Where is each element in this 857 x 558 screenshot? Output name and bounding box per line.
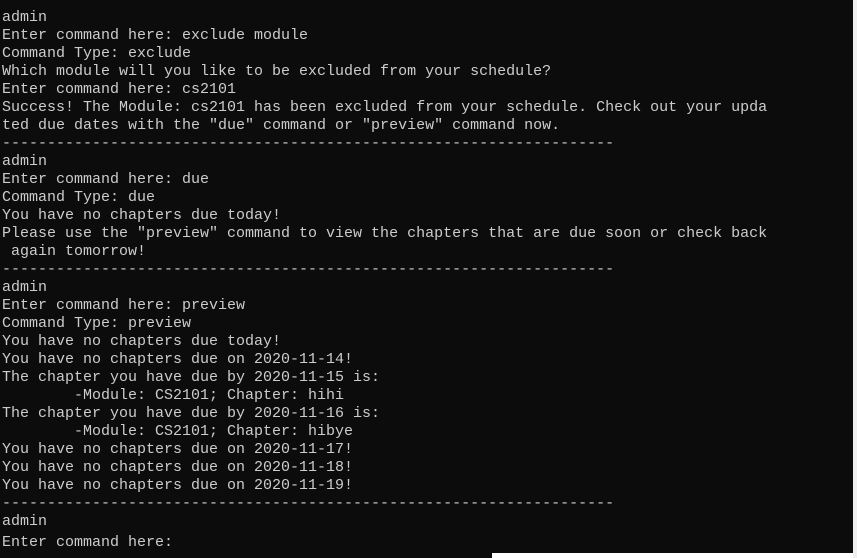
output-line: You have no chapters due on 2020-11-18!: [2, 459, 354, 476]
command-line: Enter command here: exclude module: [2, 27, 309, 44]
output-line: Command Type: exclude: [2, 45, 192, 62]
output-line: Success! The Module: cs2101 has been exc…: [2, 99, 768, 116]
user-prompt-label: admin: [2, 279, 48, 296]
output-line: The chapter you have due by 2020-11-15 i…: [2, 369, 381, 386]
output-line: You have no chapters due on 2020-11-14!: [2, 351, 354, 368]
terminal-window[interactable]: ----------------------------------------…: [0, 0, 853, 558]
command-line: Enter command here: due: [2, 171, 210, 188]
output-line: You have no chapters due today!: [2, 333, 282, 350]
output-line: again tomorrow!: [2, 243, 147, 260]
user-prompt-label: admin: [2, 9, 48, 26]
output-line: -Module: CS2101; Chapter: hihi: [2, 387, 345, 404]
output-line: -Module: CS2101; Chapter: hibye: [2, 423, 354, 440]
separator-line: ----------------------------------------…: [2, 495, 615, 512]
text-cursor: [182, 531, 183, 546]
separator-line: ----------------------------------------…: [2, 135, 615, 152]
separator-line: ----------------------------------------…: [2, 0, 852, 9]
command-line: Enter command here: cs2101: [2, 81, 237, 98]
terminal-output: ----------------------------------------…: [2, 0, 852, 549]
output-line: You have no chapters due on 2020-11-19!: [2, 477, 354, 494]
output-line: Command Type: preview: [2, 315, 192, 332]
output-line: Which module will you like to be exclude…: [2, 63, 552, 80]
user-prompt-label: admin: [2, 153, 48, 170]
user-prompt-label: admin: [2, 513, 48, 530]
separator-line: ----------------------------------------…: [2, 261, 615, 278]
command-input-line[interactable]: Enter command here:: [2, 531, 852, 549]
output-line: Command Type: due: [2, 189, 156, 206]
output-line: You have no chapters due today!: [2, 207, 282, 224]
output-line: You have no chapters due on 2020-11-17!: [2, 441, 354, 458]
command-line: Enter command here: preview: [2, 297, 246, 314]
command-prompt[interactable]: Enter command here:: [2, 534, 182, 549]
output-line: ted due dates with the "due" command or …: [2, 117, 561, 134]
window-edge-strip: [492, 553, 853, 558]
vertical-scrollbar[interactable]: [853, 0, 857, 558]
output-line: Please use the "preview" command to view…: [2, 225, 768, 242]
output-line: The chapter you have due by 2020-11-16 i…: [2, 405, 381, 422]
